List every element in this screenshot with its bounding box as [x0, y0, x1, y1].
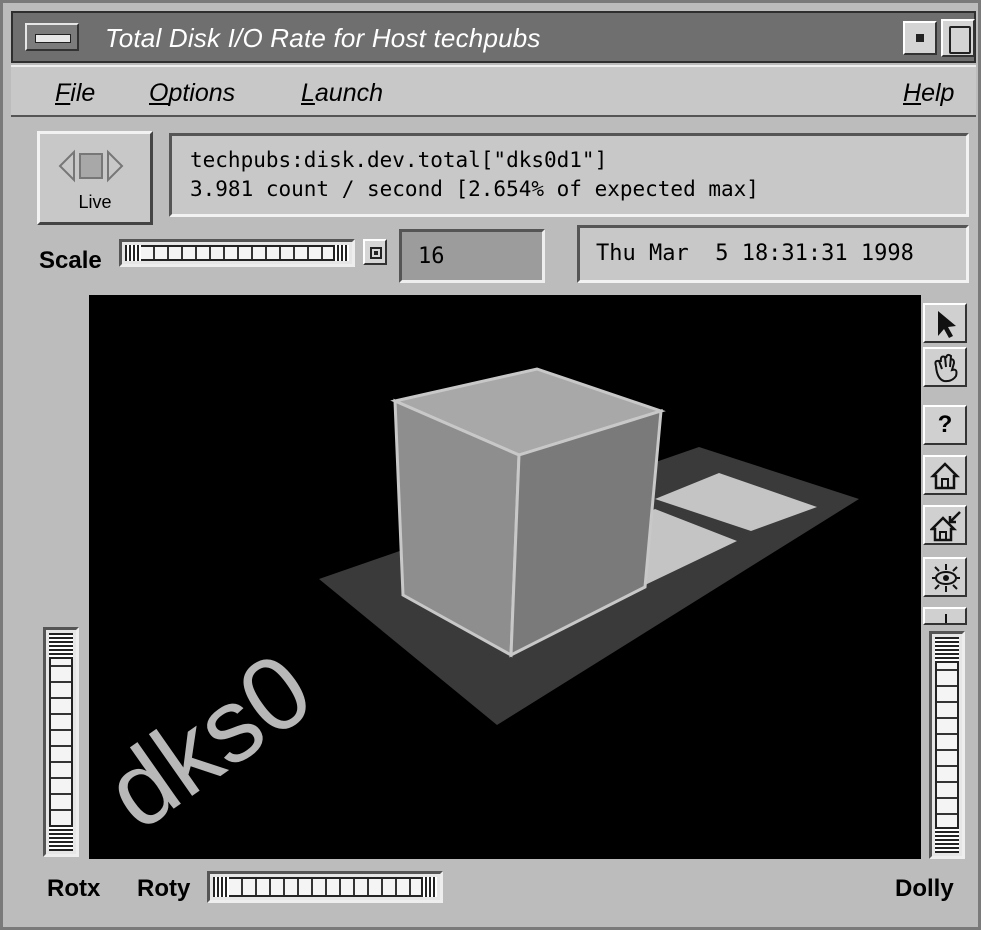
question-icon: ?	[937, 411, 953, 438]
seek-icon	[940, 614, 952, 623]
vcr-control-icon	[58, 149, 124, 183]
menu-file-mnemonic: F	[55, 79, 71, 107]
window-menu-button[interactable]	[25, 23, 79, 51]
hand-button[interactable]	[923, 347, 967, 387]
maximize-icon	[949, 26, 971, 54]
dolly-label: Dolly	[895, 875, 954, 902]
menu-help[interactable]: Help	[903, 79, 954, 108]
scale-reset-button[interactable]	[363, 239, 387, 265]
pointer-arrow-button[interactable]	[923, 303, 967, 343]
disk-scene: dks0	[86, 367, 859, 852]
seek-button[interactable]	[923, 607, 967, 625]
app-window: Total Disk I/O Rate for Host techpubs Fi…	[0, 0, 981, 930]
3d-viewer[interactable]: dks0	[86, 295, 921, 859]
menu-bar: File Options Launch Help	[11, 65, 976, 117]
timestamp-display: Thu Mar 5 18:31:31 1998	[577, 225, 969, 283]
window-menu-icon	[35, 34, 71, 43]
menu-options-label: ptions	[168, 79, 236, 107]
home-button[interactable]	[923, 455, 967, 495]
menu-launch-label: aunch	[314, 79, 384, 107]
scale-thumbwheel-edge-left	[125, 245, 141, 261]
menu-help-mnemonic: H	[903, 79, 922, 107]
home-icon	[930, 462, 960, 490]
hand-icon	[934, 353, 958, 383]
menu-help-label: elp	[921, 79, 955, 107]
rotx-thumbwheel-edge-bottom	[49, 825, 73, 851]
menu-file[interactable]: File	[55, 79, 95, 108]
roty-label: Roty	[137, 875, 191, 902]
roty-thumbwheel-ticks	[213, 877, 437, 897]
scale-reset-icon	[370, 247, 382, 259]
dolly-thumbwheel[interactable]	[929, 631, 965, 859]
rotx-thumbwheel-edge-top	[49, 633, 73, 659]
scale-value-field[interactable]: 16	[399, 229, 545, 283]
metric-info-panel: techpubs:disk.dev.total["dks0d1"] 3.981 …	[169, 133, 969, 217]
menu-file-label: ile	[70, 79, 96, 107]
window-title: Total Disk I/O Rate for Host techpubs	[105, 23, 541, 53]
title-bar[interactable]: Total Disk I/O Rate for Host techpubs	[11, 11, 976, 63]
scale-thumbwheel-edge-right	[333, 245, 349, 261]
roty-thumbwheel[interactable]	[207, 871, 443, 903]
set-home-button[interactable]	[923, 505, 967, 545]
pointer-arrow-icon	[938, 311, 956, 338]
dolly-thumbwheel-edge-bottom	[935, 827, 959, 853]
rotx-label: Rotx	[47, 875, 101, 902]
view-all-icon	[932, 564, 960, 592]
scale-label: Scale	[39, 247, 102, 274]
menu-launch-mnemonic: L	[301, 79, 315, 107]
menu-options-mnemonic: O	[149, 79, 169, 107]
roty-thumbwheel-edge-left	[213, 877, 229, 897]
view-all-button[interactable]	[923, 557, 967, 597]
minimize-icon	[916, 34, 924, 42]
menu-launch[interactable]: Launch	[301, 79, 383, 108]
roty-thumbwheel-edge-right	[421, 877, 437, 897]
set-home-icon	[930, 511, 961, 542]
metric-value: 3.981 count / second [2.654% of expected…	[190, 177, 759, 201]
rotx-thumbwheel[interactable]	[43, 627, 79, 857]
dolly-thumbwheel-ticks	[935, 637, 959, 853]
scale-thumbwheel[interactable]	[119, 239, 355, 267]
live-label: Live	[78, 192, 112, 212]
maximize-button[interactable]	[941, 19, 975, 57]
scale-thumbwheel-ticks	[125, 245, 349, 261]
help-query-button[interactable]: ?	[923, 405, 967, 445]
metric-name: techpubs:disk.dev.total["dks0d1"]	[190, 148, 608, 172]
menu-options[interactable]: Options	[149, 79, 235, 108]
disk-label: dks0	[89, 631, 332, 852]
dolly-thumbwheel-edge-top	[935, 637, 959, 663]
minimize-button[interactable]	[903, 21, 937, 55]
live-button[interactable]: Live	[37, 131, 153, 225]
rotx-thumbwheel-ticks	[49, 633, 73, 851]
